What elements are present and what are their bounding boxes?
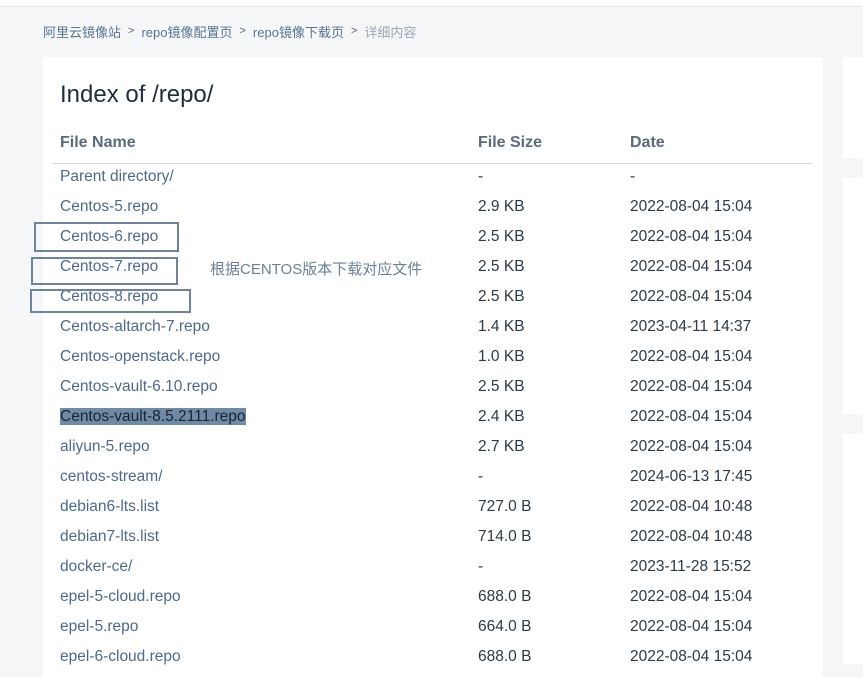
breadcrumb-item-repo-config[interactable]: repo镜像配置页 xyxy=(141,22,232,41)
table-row: debian7-lts.list 714.0 B 2022-08-04 10:48 xyxy=(43,522,823,552)
file-name-cell: Centos-5.repo xyxy=(60,198,158,216)
file-link[interactable]: debian7-lts.list xyxy=(60,528,159,545)
date-cell: 2023-11-28 15:52 xyxy=(630,558,752,575)
file-size-cell: 2.9 KB xyxy=(478,198,525,215)
table-row: Centos-altarch-7.repo 1.4 KB 2023-04-11 14… xyxy=(43,312,823,342)
file-name-cell: Centos-openstack.repo xyxy=(60,348,220,366)
file-link[interactable]: Centos-vault-6.10.repo xyxy=(60,378,218,395)
date-cell: 2024-06-13 17:45 xyxy=(630,468,753,485)
file-size-cell: 2.5 KB xyxy=(478,378,525,395)
date-cell: 2022-08-04 10:48 xyxy=(630,498,753,515)
annotation-box-centos-8 xyxy=(30,289,191,313)
table-row: Centos-vault-6.10.repo 2.5 KB 2022-08-04 1… xyxy=(43,372,823,402)
file-index-panel: Index of /repo/ File Name File Size Date… xyxy=(43,57,823,677)
file-link[interactable]: centos-stream/ xyxy=(60,468,163,485)
file-link[interactable]: Centos-openstack.repo xyxy=(60,348,220,365)
file-size-cell: 2.5 KB xyxy=(478,288,525,305)
table-header: File Name File Size Date xyxy=(53,133,813,164)
file-name-cell: epel-5-cloud.repo xyxy=(60,588,181,606)
table-row: Parent directory/ - - xyxy=(43,162,823,192)
file-link[interactable]: epel-6-cloud.repo xyxy=(60,648,181,665)
breadcrumb: 阿里云镜像站 > repo镜像配置页 > repo镜像下载页 > 详细内容 xyxy=(43,22,416,40)
file-size-cell: - xyxy=(478,168,484,185)
breadcrumb-item-mirror-home[interactable]: 阿里云镜像站 xyxy=(43,22,121,41)
file-link[interactable]: epel-5.repo xyxy=(60,618,138,635)
file-size-cell: - xyxy=(478,558,484,575)
table-row: epel-5.repo 664.0 B 2022-08-04 15:04 xyxy=(43,612,823,642)
file-size-cell: 2.4 KB xyxy=(478,408,525,425)
file-size-cell: 1.4 KB xyxy=(478,318,525,335)
table-row: aliyun-5.repo 2.7 KB 2022-08-04 15:04 xyxy=(43,432,823,462)
breadcrumb-separator: > xyxy=(128,25,135,37)
date-cell: 2022-08-04 15:04 xyxy=(630,288,753,305)
file-link[interactable]: Centos-vault-8.5.2111.repo xyxy=(60,408,246,425)
breadcrumb-separator: > xyxy=(239,25,246,37)
file-name-cell: aliyun-5.repo xyxy=(60,438,150,456)
date-cell: 2022-08-04 15:04 xyxy=(630,378,753,395)
file-link[interactable]: aliyun-5.repo xyxy=(60,438,150,455)
file-name-cell: centos-stream/ xyxy=(60,468,163,486)
table-row: debian6-lts.list 727.0 B 2022-08-04 10:48 xyxy=(43,492,823,522)
file-name-cell: Centos-vault-6.10.repo xyxy=(60,378,218,396)
file-size-cell: - xyxy=(478,468,484,485)
file-size-cell: 688.0 B xyxy=(478,648,532,665)
table-row: centos-stream/ - 2024-06-13 17:45 xyxy=(43,462,823,492)
top-bar xyxy=(0,0,863,7)
file-link[interactable]: Parent directory/ xyxy=(60,168,174,185)
file-name-cell: Centos-altarch-7.repo xyxy=(60,318,210,336)
file-link[interactable]: Centos-altarch-7.repo xyxy=(60,318,210,335)
file-name-cell: Centos-vault-8.5.2111.repo xyxy=(60,408,246,426)
date-cell: 2022-08-04 15:04 xyxy=(630,258,753,275)
side-panel xyxy=(843,434,863,664)
file-size-cell: 2.5 KB xyxy=(478,258,525,275)
file-size-cell: 688.0 B xyxy=(478,588,532,605)
table-row: epel-6-cloud.repo 688.0 B 2022-08-04 15:04 xyxy=(43,642,823,672)
file-size-cell: 2.7 KB xyxy=(478,438,525,455)
date-cell: - xyxy=(630,168,636,185)
file-size-cell: 1.0 KB xyxy=(478,348,525,365)
page-title: Index of /repo/ xyxy=(60,81,214,108)
annotation-box-centos-7 xyxy=(31,257,178,285)
date-cell: 2023-04-11 14:37 xyxy=(630,318,752,335)
table-row: docker-ce/ - 2023-11-28 15:52 xyxy=(43,552,823,582)
file-size-cell: 2.5 KB xyxy=(478,228,525,245)
file-name-cell: debian7-lts.list xyxy=(60,528,159,546)
file-link[interactable]: Centos-5.repo xyxy=(60,198,158,215)
date-cell: 2022-08-04 15:04 xyxy=(630,198,753,215)
date-cell: 2022-08-04 15:04 xyxy=(630,408,753,425)
file-size-cell: 727.0 B xyxy=(478,498,532,515)
side-panel xyxy=(843,178,863,414)
annotation-box-centos-6 xyxy=(34,222,179,252)
breadcrumb-current: 详细内容 xyxy=(364,24,417,40)
file-name-cell: docker-ce/ xyxy=(60,558,132,576)
file-name-cell: epel-6-cloud.repo xyxy=(60,648,181,666)
date-cell: 2022-08-04 15:04 xyxy=(630,588,753,605)
file-link[interactable]: debian6-lts.list xyxy=(60,498,159,515)
date-cell: 2022-08-04 15:04 xyxy=(630,228,753,245)
file-size-cell: 714.0 B xyxy=(478,528,532,545)
date-cell: 2022-08-04 15:04 xyxy=(630,438,753,455)
table-row: Centos-openstack.repo 1.0 KB 2022-08-04 15… xyxy=(43,342,823,372)
file-name-cell: debian6-lts.list xyxy=(60,498,159,516)
column-header-date: Date xyxy=(630,134,665,151)
table-row: Centos-5.repo 2.9 KB 2022-08-04 15:04 xyxy=(43,192,823,222)
date-cell: 2022-08-04 15:04 xyxy=(630,348,753,365)
date-cell: 2022-08-04 15:04 xyxy=(630,648,753,665)
breadcrumb-item-repo-download[interactable]: repo镜像下载页 xyxy=(253,22,344,41)
date-cell: 2022-08-04 15:04 xyxy=(630,618,753,635)
annotation-note: 根据CENTOS版本下载对应文件 xyxy=(210,261,423,278)
date-cell: 2022-08-04 10:48 xyxy=(630,528,753,545)
file-link[interactable]: docker-ce/ xyxy=(60,558,132,575)
column-header-file-name: File Name xyxy=(60,134,136,151)
column-header-file-size: File Size xyxy=(478,134,543,151)
table-row: epel-5-cloud.repo 688.0 B 2022-08-04 15:04 xyxy=(43,582,823,612)
side-panel xyxy=(843,57,863,158)
file-name-cell: Parent directory/ xyxy=(60,168,174,186)
file-size-cell: 664.0 B xyxy=(478,618,532,635)
file-name-cell: epel-5.repo xyxy=(60,618,138,636)
file-link[interactable]: epel-5-cloud.repo xyxy=(60,588,181,605)
breadcrumb-separator: > xyxy=(350,25,358,37)
table-row: Centos-vault-8.5.2111.repo 2.4 KB 2022-08-… xyxy=(43,402,823,432)
